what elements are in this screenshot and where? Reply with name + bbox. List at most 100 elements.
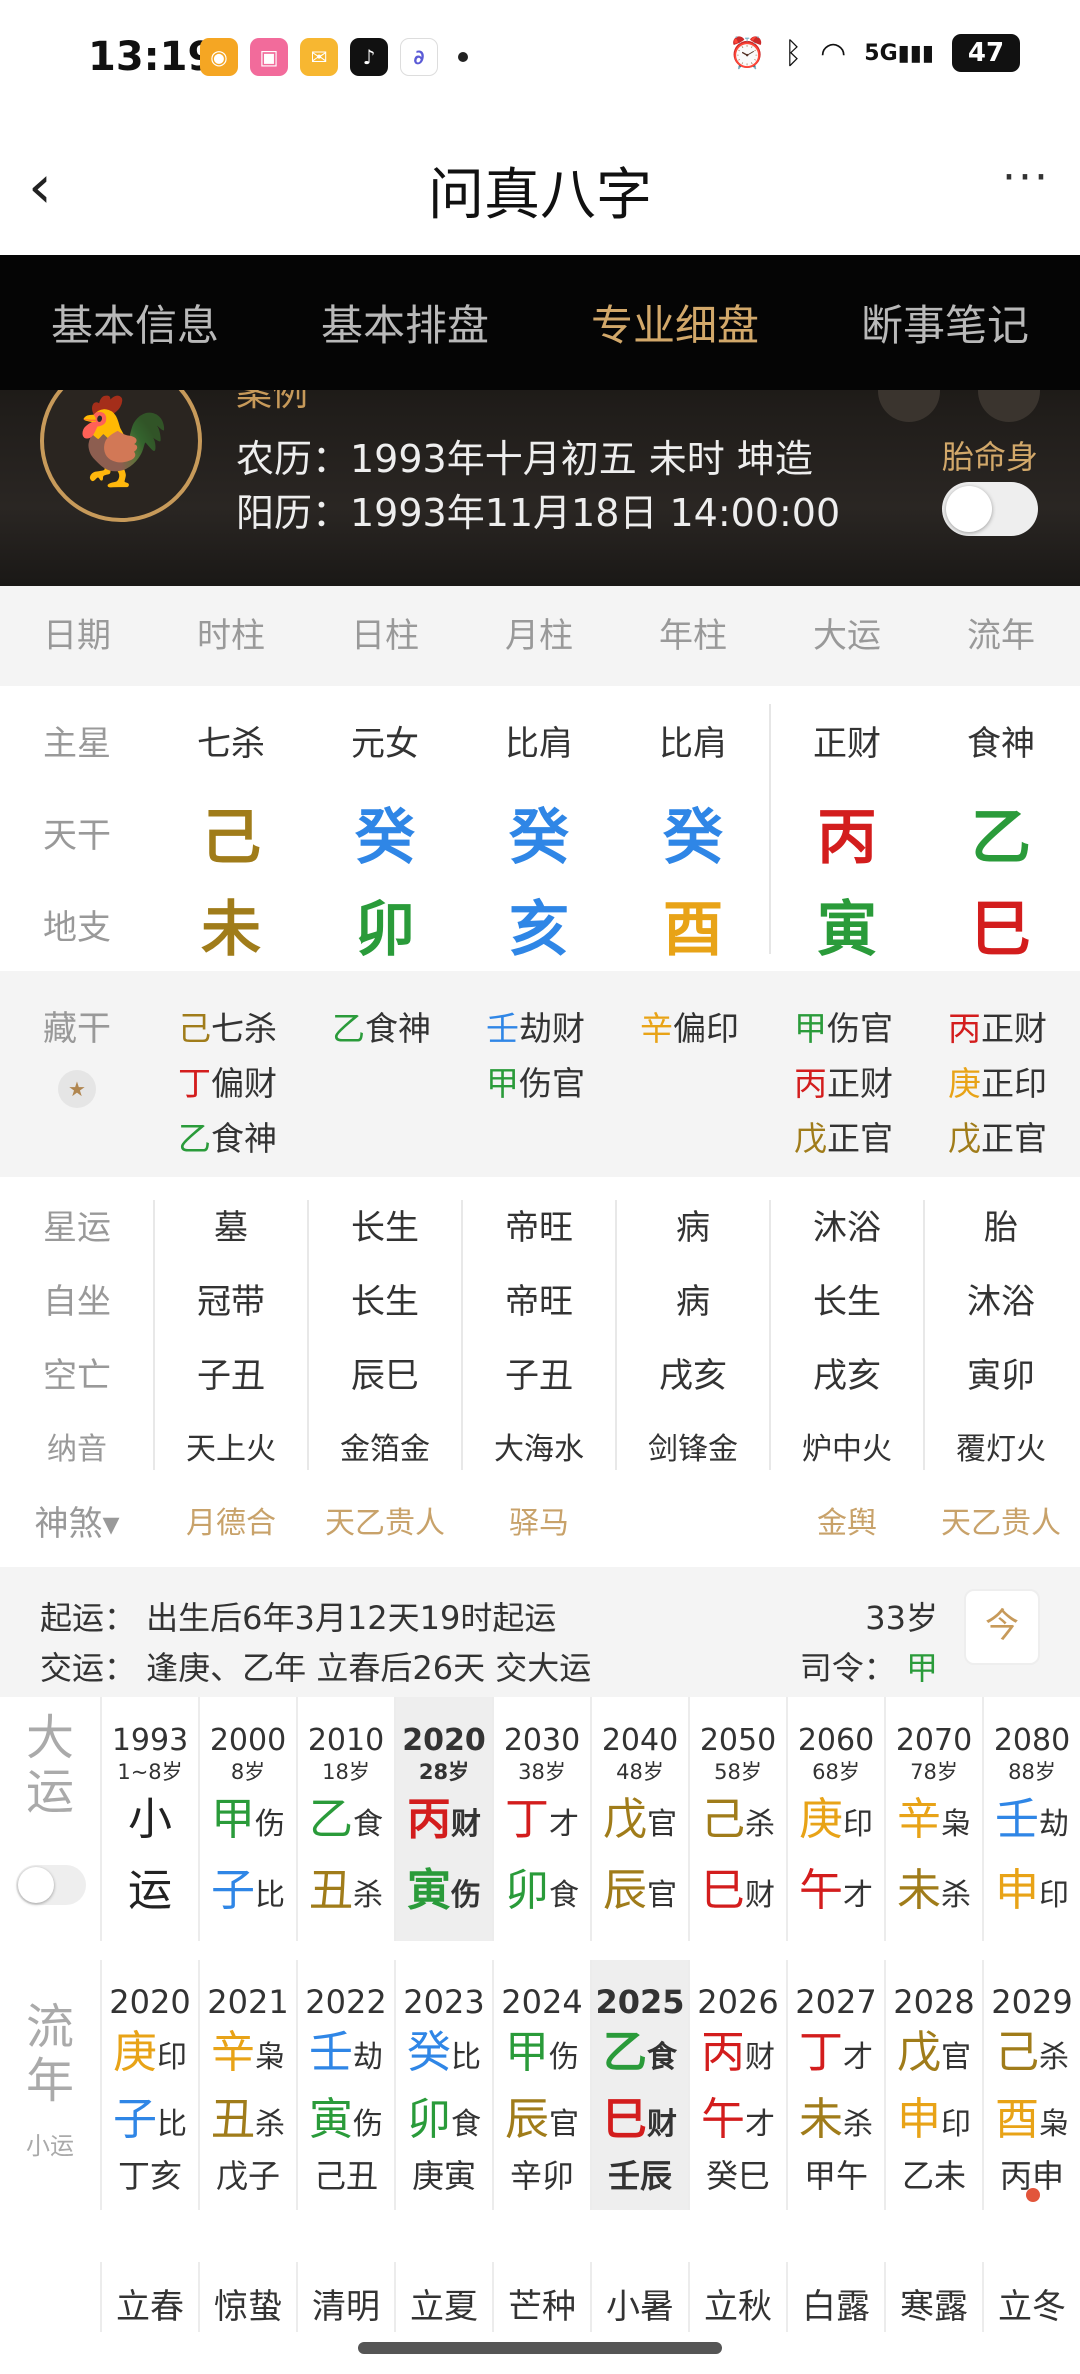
zhi-char: 子 [211, 1865, 255, 1916]
col-day: 日柱 [351, 616, 419, 656]
zhi-shishen: 比 [157, 2107, 187, 2142]
gan-shishen: 才 [549, 1807, 579, 1842]
calendar-today-icon[interactable]: 今 [964, 1589, 1040, 1665]
jieqi-item[interactable]: 立春 [100, 2262, 198, 2332]
tab-basic-chart[interactable]: 基本排盘 [270, 292, 540, 353]
jieqi-item[interactable]: 立夏 [394, 2262, 492, 2332]
home-indicator[interactable] [358, 2342, 722, 2354]
liunian-column[interactable]: 2023 癸比 卯食 庚寅 [394, 1960, 492, 2210]
tiangan-char: 癸 [663, 802, 723, 873]
liunian-year: 2028 [893, 1983, 975, 2021]
canggan-column: 己七杀 丁偏财 乙食神 [154, 971, 308, 1166]
jieqi-item[interactable]: 惊蛰 [198, 2262, 296, 2332]
canggan-item: 戊正官 [794, 1111, 924, 1166]
dayun-column[interactable]: 2000 8岁 甲伤 子比 [198, 1697, 296, 1941]
dayun-age: 78岁 [910, 1760, 958, 1784]
jieqi-item[interactable]: 立冬 [982, 2262, 1080, 2332]
liunian-column[interactable]: 2027 丁才 未杀 甲午 [786, 1960, 884, 2210]
more-options-button[interactable]: ··· [1002, 152, 1050, 203]
zhi-shishen: 杀 [941, 1878, 971, 1913]
status-time: 13:19 [88, 34, 216, 80]
liunian-column[interactable]: 2024 甲伤 辰官 辛卯 [492, 1960, 590, 2210]
jieqi-item[interactable]: 寒露 [884, 2262, 982, 2332]
dayun-column[interactable]: 2010 18岁 乙食 丑杀 [296, 1697, 394, 1941]
dayun-age: 1~8岁 [117, 1760, 183, 1784]
jieqi-item[interactable]: 清明 [296, 2262, 394, 2332]
shensha-cell[interactable]: 金舆 [770, 1498, 924, 1542]
dayun-column[interactable]: 1993 1~8岁小运 [100, 1697, 198, 1941]
liunian-column[interactable]: 2022 壬劫 寅伤 己丑 [296, 1960, 394, 2210]
tab-notes[interactable]: 断事笔记 [810, 292, 1080, 353]
label-canggan: 藏干 [43, 1009, 111, 1049]
dayun-age: 18岁 [322, 1760, 370, 1784]
taimingshen-label: 胎命身 [941, 438, 1038, 476]
liunian-zhi: 辰官 [494, 2089, 590, 2156]
xingyun-cell: 沐浴 [813, 1207, 881, 1248]
canggan-shishen: 七杀 [211, 1009, 277, 1048]
dayun-side-label: 运 [25, 1764, 74, 1820]
dayun-year: 2040 [601, 1723, 679, 1758]
dayun-side-label: 大 [25, 1710, 74, 1766]
zhuxing-cell: 七杀 [197, 723, 265, 764]
dayun-zhi: 丑杀 [298, 1860, 394, 1927]
zhi-shishen: 才 [843, 1878, 873, 1913]
dayun-column[interactable]: 2080 88岁 壬劫 申印 [982, 1697, 1080, 1941]
solar-date: 阳历：1993年11月18日 14:00:00 [236, 491, 841, 535]
jieqi-item[interactable]: 立秋 [688, 2262, 786, 2332]
dayun-column[interactable]: 2020 28岁 丙财 寅伤 [394, 1697, 492, 1941]
liunian-zhi: 丑杀 [200, 2089, 296, 2156]
jieqi-item[interactable]: 白露 [786, 2262, 884, 2332]
xiaoyun-ganzhi: 己丑 [313, 2157, 378, 2195]
dayun-column[interactable]: 2050 58岁 己杀 巳财 [688, 1697, 786, 1941]
gan-char: 庚 [799, 1794, 843, 1845]
jieqi-item[interactable]: 芒种 [492, 2262, 590, 2332]
dayun-column[interactable]: 2040 48岁 戊官 辰官 [590, 1697, 688, 1941]
tab-basic-info[interactable]: 基本信息 [0, 292, 270, 353]
col-liunian: 流年 [967, 616, 1035, 656]
liunian-column[interactable]: 2026 丙财 午才 癸巳 [688, 1960, 786, 2210]
canggan-item: 丙正财 [948, 1001, 1078, 1056]
liunian-year: 2021 [207, 1983, 289, 2021]
liunian-column[interactable]: 2028 戊官 申印 乙未 [884, 1960, 982, 2210]
shensha-cell[interactable]: 驿马 [462, 1498, 616, 1542]
dayun-zhi: 辰官 [592, 1860, 688, 1927]
notification-icons: ◉ ▣ ✉ ♪ ∂ [200, 38, 468, 76]
kongwang-cell: 寅卯 [967, 1355, 1035, 1396]
lunar-date: 农历：1993年十月初五 未时 坤造 [236, 437, 813, 481]
liunian-gan: 甲伤 [494, 2022, 590, 2089]
canggan-gan: 丁 [178, 1064, 211, 1103]
gan-char: 乙 [309, 1794, 353, 1845]
dayun-column[interactable]: 2060 68岁 庚印 午才 [786, 1697, 884, 1941]
taimingshen-toggle[interactable] [942, 482, 1038, 536]
shensha-cell[interactable]: 天乙贵人 [308, 1498, 462, 1542]
label-shensha[interactable]: 神煞▾ [0, 1496, 154, 1545]
shensha-cell[interactable]: 月德合 [154, 1498, 308, 1542]
liunian-column[interactable]: 2029 己杀 酉枭 丙申 [982, 1960, 1080, 2210]
tiktok-icon: ♪ [350, 38, 388, 76]
dayun-column[interactable]: 2070 78岁 辛枭 未杀 [884, 1697, 982, 1941]
liunian-column[interactable]: 2020 庚印 子比 丁亥 [100, 1960, 198, 2210]
star-icon[interactable]: ★ [58, 1070, 96, 1108]
toggle-knob [946, 486, 992, 532]
dayun-toggle[interactable] [16, 1865, 86, 1905]
page-title: 问真八字 [428, 163, 652, 228]
dizhi-char: 寅 [817, 894, 877, 965]
edit-icon[interactable] [978, 390, 1040, 422]
zhi-char: 巳 [603, 2094, 647, 2145]
zhi-char: 丑 [211, 2094, 255, 2145]
share-icon[interactable] [878, 390, 940, 422]
dayun-column[interactable]: 2030 38岁 丁才 卯食 [492, 1697, 590, 1941]
dizhi-char: 未 [201, 894, 261, 965]
bilibili-icon: ▣ [250, 38, 288, 76]
jieqi-item[interactable]: 小暑 [590, 2262, 688, 2332]
dayun-gan: 己杀 [690, 1789, 786, 1856]
shensha-cell[interactable]: 天乙贵人 [924, 1498, 1078, 1542]
canggan-gan: 戊 [948, 1119, 981, 1158]
liunian-zhi: 卯食 [396, 2089, 492, 2156]
liunian-column[interactable]: 2021 辛枭 丑杀 戊子 [198, 1960, 296, 2210]
liunian-column[interactable]: 2025 乙食 巳财 壬辰 [590, 1960, 688, 2210]
gan-char: 壬 [309, 2027, 353, 2078]
tab-pro-detail[interactable]: 专业细盘 [540, 292, 810, 353]
canggan-gan: 辛 [640, 1009, 673, 1048]
dayun-gan: 壬劫 [984, 1789, 1080, 1856]
